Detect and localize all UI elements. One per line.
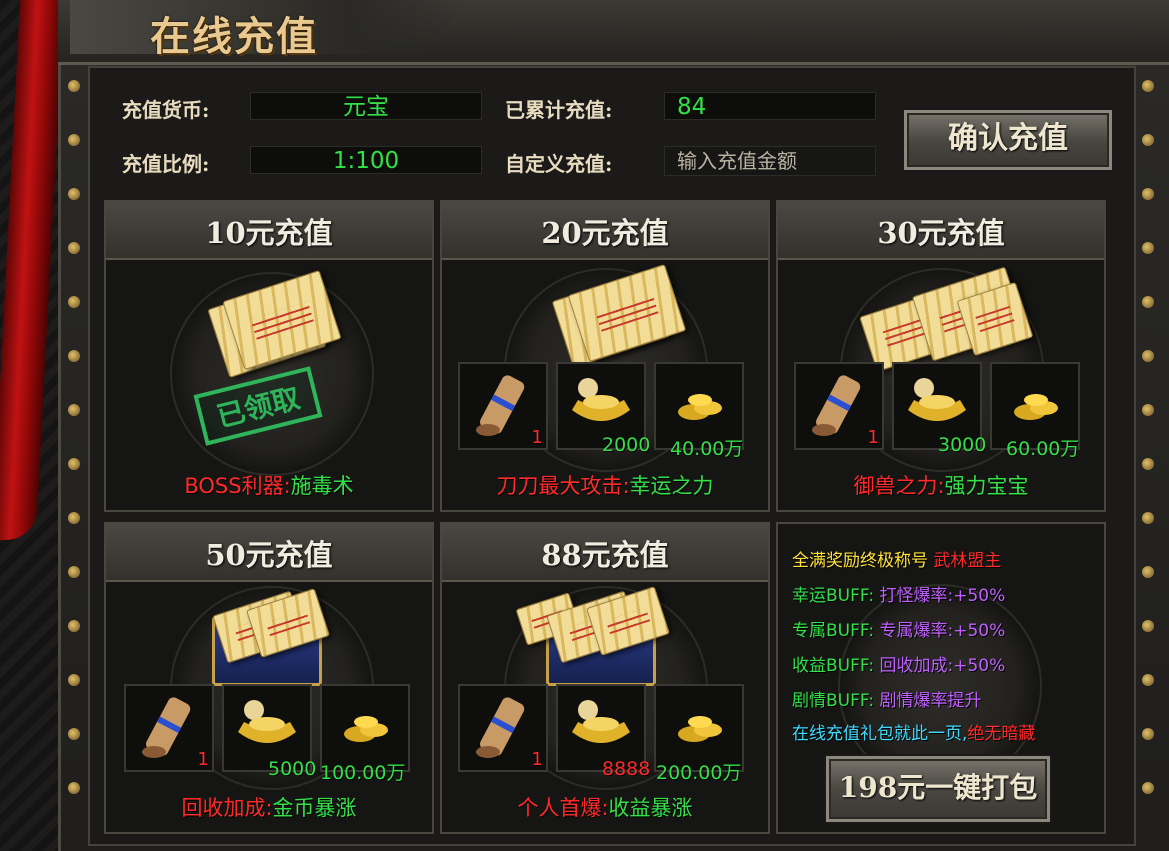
- exclusive-buff-line: 专属BUFF: 专属爆率:+50%: [792, 621, 1006, 641]
- gold-coins-amount: 40.00万: [670, 438, 744, 460]
- custom-recharge-label: 自定义充值:: [505, 152, 613, 176]
- tier-card-30: 30元充值 1 3000 60.00万 御兽之力:强力宝宝: [776, 200, 1106, 512]
- scroll-icon: [142, 697, 191, 758]
- tier-reward: 御兽之力:强力宝宝: [853, 474, 1029, 498]
- gold-ingot-amount: 3000: [938, 434, 987, 456]
- currency-label: 充值货币:: [122, 98, 210, 122]
- frame-studs-left: [66, 80, 82, 840]
- gold-ingot-amount: 8888: [602, 758, 651, 780]
- package-note-line: 在线充值礼包就此一页,绝无暗藏: [792, 724, 1036, 744]
- tier-reward: 回收加成:金币暴涨: [181, 796, 357, 820]
- gold-coins-amount: 100.00万: [320, 762, 406, 784]
- one-click-pack-button[interactable]: 198元一键打包: [826, 756, 1050, 822]
- gold-ingot-icon: [572, 700, 630, 743]
- scroll-icon: [812, 375, 861, 436]
- tier-card-10: 10元充值 已领取 BOSS利器:施毒术: [104, 200, 434, 512]
- bonus-title-line: 全满奖励终极称号 武林盟主: [792, 551, 1002, 571]
- confirm-recharge-button[interactable]: 确认充值: [904, 110, 1112, 170]
- bonus-info-card: 全满奖励终极称号 武林盟主 幸运BUFF: 打怪爆率:+50% 专属BUFF: …: [776, 522, 1106, 834]
- gold-ingot-icon: [572, 378, 630, 421]
- gold-coins-amount: 60.00万: [1006, 438, 1080, 460]
- reward-slot-scroll[interactable]: 1: [794, 362, 884, 450]
- tier-title: 30元充值: [877, 216, 1005, 250]
- reward-slot-scroll[interactable]: 1: [458, 362, 548, 450]
- tier-title: 20元充值: [541, 216, 669, 250]
- scroll-icon: [476, 697, 525, 758]
- tier-title: 50元充值: [205, 538, 333, 572]
- tier-reward: 刀刀最大攻击:幸运之力: [496, 474, 714, 498]
- tier-card-88: 88元充值 1 8888 200.00万 个人首爆:收益暴涨: [440, 522, 770, 834]
- gold-coins-icon: [678, 394, 722, 420]
- income-buff-line: 收益BUFF: 回收加成:+50%: [792, 656, 1006, 676]
- gold-ingot-icon: [908, 378, 966, 421]
- ratio-value: 1:100: [250, 146, 482, 174]
- tier-title: 10元充值: [205, 216, 333, 250]
- total-recharged-value: 84: [664, 92, 876, 120]
- currency-value: 元宝: [250, 92, 482, 120]
- gold-ingot-amount: 5000: [268, 758, 317, 780]
- frame-studs-right: [1140, 80, 1156, 840]
- window-title: 在线充值: [150, 13, 318, 60]
- total-recharged-label: 已累计充值:: [505, 98, 613, 122]
- gold-coins-amount: 200.00万: [656, 762, 742, 784]
- reward-slot-scroll[interactable]: 1: [124, 684, 214, 772]
- gold-ingot-icon: [238, 700, 296, 743]
- reward-slot-scroll[interactable]: 1: [458, 684, 548, 772]
- tier-card-50: 50元充值 1 5000 100.00万 回收加成:金币暴涨: [104, 522, 434, 834]
- story-buff-line: 剧情BUFF: 剧情爆率提升: [792, 691, 982, 711]
- ratio-label: 充值比例:: [122, 152, 210, 176]
- tier-card-20: 20元充值 1 2000 40.00万 刀刀最大攻击:幸运之力: [440, 200, 770, 512]
- gold-coins-icon: [344, 716, 388, 742]
- gold-coins-icon: [1014, 394, 1058, 420]
- luck-buff-line: 幸运BUFF: 打怪爆率:+50%: [792, 586, 1006, 606]
- tier-title: 88元充值: [541, 538, 669, 572]
- custom-amount-input[interactable]: [664, 146, 876, 176]
- gold-coins-icon: [678, 716, 722, 742]
- gold-ingot-amount: 2000: [602, 434, 651, 456]
- scroll-icon: [476, 375, 525, 436]
- tier-reward: 个人首爆:收益暴涨: [517, 796, 693, 820]
- tier-reward: BOSS利器:施毒术: [184, 474, 354, 498]
